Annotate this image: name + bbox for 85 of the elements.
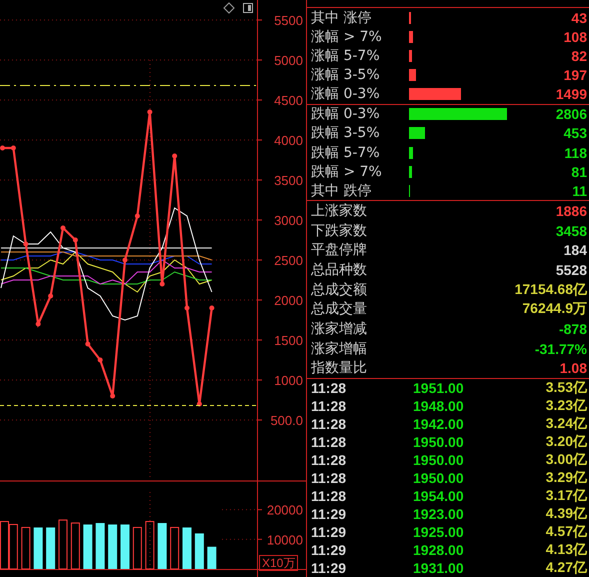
axis-label: 500.0 xyxy=(270,413,303,428)
axis-label: 4000 xyxy=(274,133,303,148)
stat-label: 指数量比 xyxy=(311,359,367,378)
trade-time: 11:28 xyxy=(311,488,348,504)
stat-label: 总成交额 xyxy=(311,280,367,299)
trade-time: 11:29 xyxy=(311,542,348,558)
stat-label: 总成交量 xyxy=(311,300,367,318)
trade-time: 11:28 xyxy=(311,452,348,468)
axis-label: 3500 xyxy=(274,173,303,188)
trade-amount: 3.17亿 xyxy=(546,486,587,505)
trade-price: 1954.00 xyxy=(413,488,465,504)
trade-time: 11:28 xyxy=(311,380,348,396)
trade-time: 11:28 xyxy=(311,398,348,414)
axis-label: 4500 xyxy=(274,93,303,108)
trade-amount: 3.53亿 xyxy=(546,378,587,397)
trade-price: 1950.00 xyxy=(413,452,465,468)
row-label: 涨幅 5-7% xyxy=(311,46,381,65)
row-label: 涨幅 > 7% xyxy=(311,28,383,46)
trade-amount: 3.23亿 xyxy=(546,396,587,415)
stat-label: 总品种数 xyxy=(311,261,367,280)
count-value: 1499 xyxy=(556,86,587,102)
row-label: 跌幅 > 7% xyxy=(311,162,383,181)
row-label: 跌幅 5-7% xyxy=(311,144,381,162)
stat-value: -878 xyxy=(558,320,587,337)
trade-price: 1925.00 xyxy=(413,524,465,540)
trade-time: 11:29 xyxy=(311,524,348,540)
count-value: 11 xyxy=(572,182,587,199)
stat-value: 3458 xyxy=(556,222,587,239)
trade-price: 1928.00 xyxy=(413,542,465,558)
trade-price: 1948.00 xyxy=(413,398,465,414)
count-value: 82 xyxy=(571,48,587,64)
trade-amount: 4.57亿 xyxy=(546,522,587,541)
count-value: 197 xyxy=(564,66,587,83)
trade-time: 11:29 xyxy=(311,506,348,522)
trade-time: 11:28 xyxy=(311,434,348,450)
row-label: 跌幅 0-3% xyxy=(311,105,381,124)
row-label: 涨幅 0-3% xyxy=(311,85,381,104)
count-value: 108 xyxy=(564,28,587,45)
trade-amount: 4.27亿 xyxy=(546,558,587,577)
trade-price: 1942.00 xyxy=(413,416,465,432)
axis-label: 1000 xyxy=(274,373,303,388)
row-label: 跌幅 3-5% xyxy=(311,124,381,142)
stat-label: 涨家增减 xyxy=(311,320,367,338)
stat-value: 5528 xyxy=(556,262,587,278)
count-value: 453 xyxy=(564,125,587,142)
trade-amount: 4.13亿 xyxy=(546,540,587,559)
stat-label: 涨家增幅 xyxy=(311,340,367,358)
axis-label: 2000 xyxy=(274,293,303,308)
stat-value: 1886 xyxy=(556,203,587,220)
stat-value: 184 xyxy=(564,242,587,258)
axis-label: 10000 xyxy=(266,532,303,548)
unit-label: X10万 xyxy=(259,555,298,571)
trade-amount: 4.39亿 xyxy=(546,504,587,523)
stat-value: 17154.68亿 xyxy=(514,280,587,299)
count-value: 43 xyxy=(571,10,587,26)
trade-amount: 3.20亿 xyxy=(546,432,587,451)
stat-label: 下跌家数 xyxy=(311,222,367,240)
stat-value: -31.77% xyxy=(534,340,587,357)
trade-price: 1951.00 xyxy=(413,380,465,396)
stat-label: 平盘停牌 xyxy=(311,241,367,260)
axis-label: 1500 xyxy=(274,333,303,348)
trade-time: 11:28 xyxy=(311,416,348,432)
row-label: 其中 涨停 xyxy=(311,8,372,27)
trade-amount: 3.29亿 xyxy=(546,468,587,487)
row-label: 涨幅 3-5% xyxy=(311,66,381,84)
trade-time: 11:29 xyxy=(311,560,348,576)
axis-label: 3000 xyxy=(274,213,303,228)
trade-price: 1950.00 xyxy=(413,434,465,450)
trade-time: 11:28 xyxy=(311,470,348,486)
trade-price: 1950.00 xyxy=(413,470,465,486)
row-label: 其中 跌停 xyxy=(311,182,372,200)
axis-label: 5000 xyxy=(274,53,303,68)
count-value: 2806 xyxy=(556,106,587,122)
stat-value: 1.08 xyxy=(560,360,587,376)
trade-amount: 3.00亿 xyxy=(546,450,587,469)
count-value: 118 xyxy=(564,144,587,161)
axis-label: 5500 xyxy=(274,13,303,28)
axis-label: 20000 xyxy=(266,502,303,518)
trade-price: 1931.00 xyxy=(413,560,465,576)
stat-label: 上涨家数 xyxy=(311,202,367,220)
axis-label: 2500 xyxy=(274,253,303,268)
trade-amount: 3.24亿 xyxy=(546,414,587,433)
stat-value: 76244.9万 xyxy=(522,300,587,318)
count-value: 81 xyxy=(571,164,587,180)
trade-price: 1923.00 xyxy=(413,506,465,522)
